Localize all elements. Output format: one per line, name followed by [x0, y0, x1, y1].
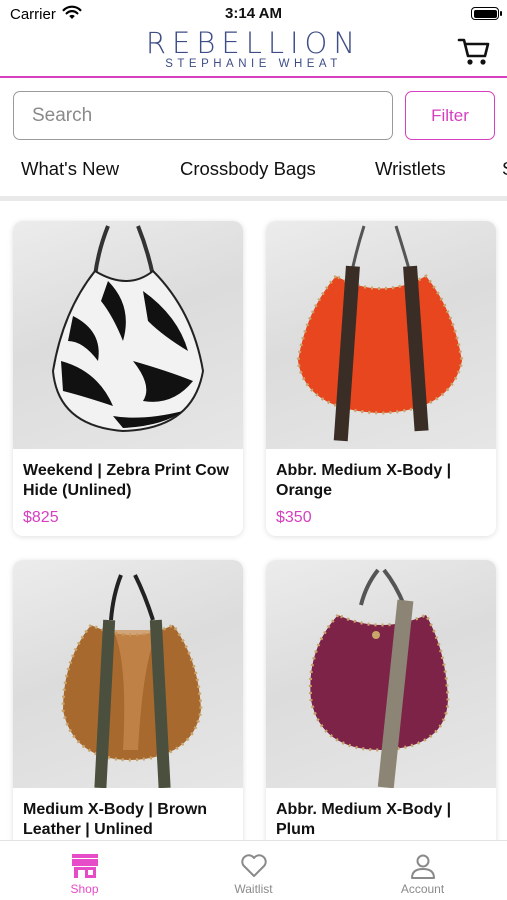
tab-wristlets[interactable]: Wristlets: [375, 158, 446, 180]
nav-waitlist[interactable]: Waitlist: [169, 841, 338, 900]
brand-subtitle: STEPHANIE WHEAT: [165, 58, 342, 70]
product-name: Weekend | Zebra Print Cow Hide (Unlined): [23, 462, 229, 499]
status-bar: Carrier 3:14 AM: [0, 0, 507, 28]
product-name: Abbr. Medium X-Body | Orange: [276, 462, 452, 499]
search-placeholder: Search: [32, 104, 93, 126]
heart-icon: [240, 854, 267, 877]
product-name: Medium X-Body | Brown Leather | Unlined: [23, 801, 208, 838]
product-name: Abbr. Medium X-Body | Plum: [276, 801, 452, 838]
tab-more[interactable]: S: [502, 158, 507, 180]
nav-label-account: Account: [400, 882, 445, 896]
brand-name: REBELLION: [145, 26, 362, 60]
nav-label-shop: Shop: [70, 882, 99, 896]
nav-account[interactable]: Account: [338, 841, 507, 900]
product-card[interactable]: Weekend | Zebra Print Cow Hide (Unlined)…: [13, 221, 243, 536]
product-price: $825: [23, 509, 59, 526]
product-image: [13, 560, 243, 789]
category-tabs: What's New Crossbody Bags Wristlets S: [0, 150, 507, 190]
store-icon: [71, 854, 98, 878]
brand-logo[interactable]: REBELLION STEPHANIE WHEAT: [0, 28, 507, 71]
product-image: [266, 221, 496, 449]
product-card[interactable]: Abbr. Medium X-Body | Plum: [266, 560, 496, 840]
app-header: REBELLION STEPHANIE WHEAT: [0, 28, 507, 78]
tab-crossbody-bags[interactable]: Crossbody Bags: [180, 158, 316, 180]
search-input[interactable]: Search: [13, 91, 393, 140]
bottom-nav: Shop Waitlist Account: [0, 840, 507, 900]
filter-button[interactable]: Filter: [405, 91, 495, 140]
person-icon: [410, 854, 435, 879]
product-card[interactable]: Medium X-Body | Brown Leather | Unlined: [13, 560, 243, 840]
product-grid: Weekend | Zebra Print Cow Hide (Unlined)…: [0, 201, 507, 840]
nav-label-waitlist: Waitlist: [234, 882, 273, 896]
product-card[interactable]: Abbr. Medium X-Body | Orange $350: [266, 221, 496, 536]
product-price: $350: [276, 509, 312, 526]
product-image: [266, 560, 496, 789]
product-image: [13, 221, 243, 449]
status-time: 3:14 AM: [225, 5, 282, 22]
nav-shop[interactable]: Shop: [0, 841, 169, 900]
cart-icon[interactable]: [457, 36, 491, 68]
tab-whats-new[interactable]: What's New: [21, 158, 119, 180]
battery-icon: [471, 7, 502, 20]
